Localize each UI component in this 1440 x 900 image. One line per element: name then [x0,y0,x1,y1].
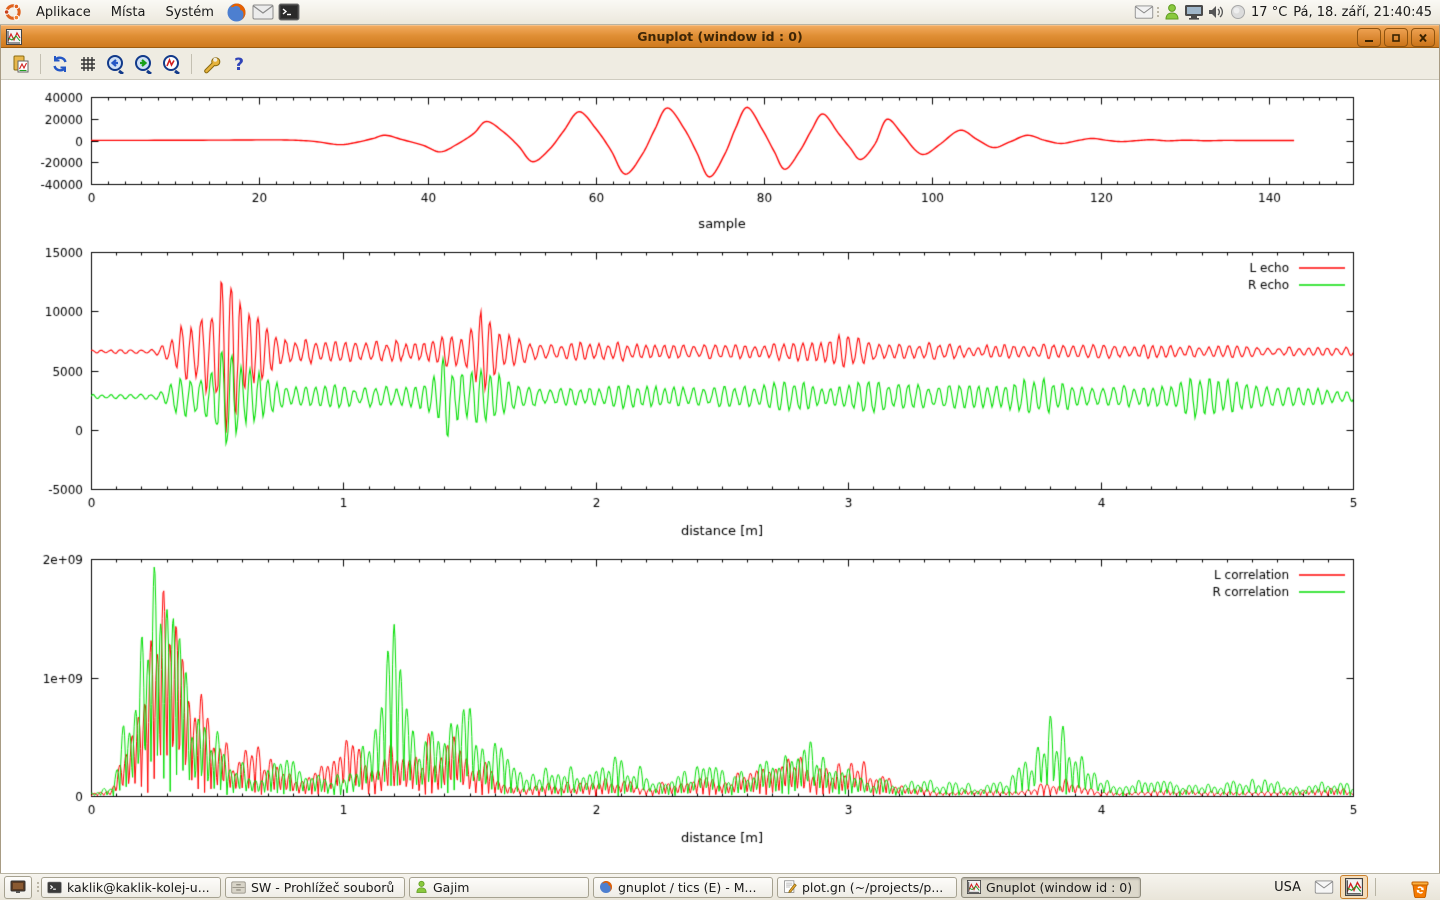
plot-area [1,81,1439,872]
toggle-grid-button[interactable] [74,51,102,77]
help-icon: ? [229,54,249,74]
window-title: Gnuplot (window id : 0) [1,29,1439,44]
tray-display-icon[interactable] [1183,0,1205,25]
desktop: Aplikace Místa Systém [0,0,1440,900]
window-titlebar[interactable]: Gnuplot (window id : 0) [1,25,1439,48]
help-button[interactable]: ? [225,51,253,77]
minimize-icon [1363,33,1375,43]
zoom-previous-icon [106,54,126,74]
copy-to-clipboard-button[interactable] [7,51,35,77]
tray-gajim-icon[interactable] [1161,0,1183,25]
menu-system-label: Systém [165,5,213,20]
task-button-gnuplot[interactable]: Gnuplot (window id : 0) [961,877,1141,898]
taskbar: kaklik@kaklik-kolej-u... SW - Prohlížeč s… [0,873,1440,900]
task-button-files[interactable]: SW - Prohlížeč souborů [225,877,405,898]
weather-icon [1230,4,1246,20]
next-zoom-button[interactable] [130,51,158,77]
ubuntu-logo-icon[interactable] [1,0,25,25]
trash-icon [1409,876,1431,898]
menu-applications[interactable]: Aplikace [26,0,101,25]
temperature-reading[interactable]: 17 °C [1249,5,1289,20]
gnuplot-window: Gnuplot (window id : 0) [0,25,1440,873]
refresh-icon [50,54,70,74]
grid-icon [79,55,97,73]
tray-weather-icon[interactable] [1227,0,1249,25]
unzoom-icon [162,54,182,74]
trash-applet-icon[interactable] [1408,875,1432,899]
taskbar-gnuplot-tray-button[interactable] [1340,875,1368,899]
task-label: gnuplot / tics (E) - M... [618,880,756,895]
envelope-icon [1134,5,1154,19]
svg-text:?: ? [234,55,244,74]
task-list: kaklik@kaklik-kolej-u... SW - Prohlížeč s… [41,877,1141,898]
person-icon [1164,3,1180,21]
envelope-icon [1314,880,1334,894]
show-desktop-button[interactable] [4,876,32,899]
close-icon [1417,33,1429,43]
terminal-icon [278,3,300,21]
menu-places[interactable]: Místa [101,0,156,25]
taskbar-mail-tray-button[interactable] [1310,875,1338,899]
clock[interactable]: Pá, 18. září, 21:40:45 [1289,5,1440,20]
task-button-editor[interactable]: plot.gn (~/projects/p... [777,877,957,898]
unzoom-button[interactable] [158,51,186,77]
task-button-firefox[interactable]: gnuplot / tics (E) - M... [593,877,773,898]
menu-places-label: Místa [111,5,146,20]
firefox-icon [226,2,247,23]
maximize-icon [1390,33,1402,43]
gnuplot-icon [1345,878,1363,896]
tray-mail-icon[interactable] [1133,0,1155,25]
close-button[interactable] [1411,28,1435,47]
envelope-icon [252,4,274,20]
menu-applications-label: Aplikace [36,5,91,20]
correlation-chart[interactable] [1,547,1439,847]
task-label: kaklik@kaklik-kolej-u... [67,880,210,895]
tray-volume-icon[interactable] [1205,0,1227,25]
terminal-launcher-icon[interactable] [277,0,301,25]
clipboard-icon [11,54,31,74]
replot-button[interactable] [46,51,74,77]
maximize-button[interactable] [1384,28,1408,47]
previous-zoom-button[interactable] [102,51,130,77]
monitor-icon [1184,3,1204,21]
task-button-terminal[interactable]: kaklik@kaklik-kolej-u... [41,877,221,898]
zoom-next-icon [134,54,154,74]
task-label: Gnuplot (window id : 0) [986,880,1132,895]
desktop-icon [10,880,26,894]
sample-waveform-chart[interactable] [1,83,1439,241]
echo-chart[interactable] [1,241,1439,541]
speaker-icon [1207,4,1225,20]
task-button-gajim[interactable]: Gajim [409,877,589,898]
top-panel: Aplikace Místa Systém [0,0,1440,25]
minimize-button[interactable] [1357,28,1381,47]
task-label: SW - Prohlížeč souborů [251,880,394,895]
task-label: Gajim [433,880,469,895]
keyboard-layout-indicator[interactable]: USA [1266,880,1309,895]
options-button[interactable] [197,51,225,77]
window-toolbar: ? [1,48,1439,80]
menu-system[interactable]: Systém [155,0,223,25]
mail-launcher-icon[interactable] [251,0,275,25]
task-label: plot.gn (~/projects/p... [802,880,943,895]
firefox-launcher-icon[interactable] [225,0,249,25]
wrench-icon [201,54,221,74]
ubuntu-logo-svg [3,2,23,22]
